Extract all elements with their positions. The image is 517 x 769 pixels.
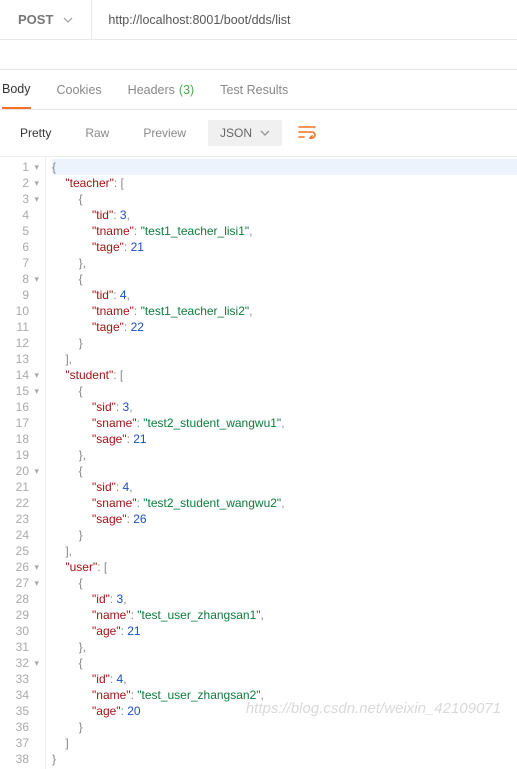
format-select[interactable]: JSON <box>208 120 282 146</box>
tab-body[interactable]: Body <box>2 70 31 109</box>
chevron-down-icon <box>260 130 270 136</box>
response-tabs: Body Cookies Headers(3) Test Results <box>0 70 517 110</box>
tab-headers[interactable]: Headers(3) <box>128 70 195 109</box>
request-url-input[interactable] <box>92 0 517 39</box>
http-method-select[interactable]: POST <box>0 0 92 39</box>
code-editor[interactable]: 1▾2▾3▾45678▾91011121314▾15▾1617181920▾21… <box>0 157 517 769</box>
tab-test-results[interactable]: Test Results <box>220 70 288 109</box>
headers-count: (3) <box>179 83 194 97</box>
response-toolbar: Pretty Raw Preview JSON <box>0 110 517 157</box>
view-preview-button[interactable]: Preview <box>131 120 198 146</box>
view-pretty-button[interactable]: Pretty <box>8 120 63 146</box>
wrap-lines-button[interactable] <box>292 122 322 145</box>
http-method-label: POST <box>18 12 53 27</box>
wrap-icon <box>298 125 316 139</box>
tab-cookies[interactable]: Cookies <box>57 70 102 109</box>
view-raw-button[interactable]: Raw <box>73 120 121 146</box>
line-gutter: 1▾2▾3▾45678▾91011121314▾15▾1617181920▾21… <box>0 157 46 769</box>
request-bar: POST <box>0 0 517 40</box>
sub-bar <box>0 40 517 70</box>
chevron-down-icon <box>63 17 73 23</box>
format-label: JSON <box>220 126 252 140</box>
code-content: { "teacher": [ { "tid": 3, "tname": "tes… <box>46 157 517 769</box>
